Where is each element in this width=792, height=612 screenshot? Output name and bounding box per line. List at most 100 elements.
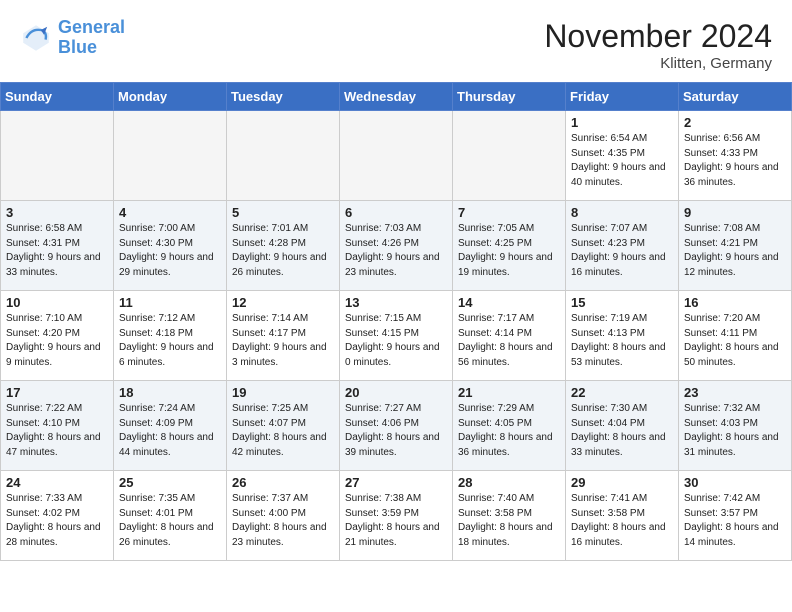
logo-icon <box>20 22 52 54</box>
day-info: Sunrise: 7:32 AM Sunset: 4:03 PM Dayligh… <box>684 402 786 460</box>
day-info: Sunrise: 7:22 AM Sunset: 4:10 PM Dayligh… <box>6 402 108 460</box>
calendar-cell: 26Sunrise: 7:37 AM Sunset: 4:00 PM Dayli… <box>227 471 340 561</box>
day-number: 12 <box>232 295 334 310</box>
day-number: 29 <box>571 475 673 490</box>
day-info: Sunrise: 7:41 AM Sunset: 3:58 PM Dayligh… <box>571 492 673 550</box>
week-row-5: 24Sunrise: 7:33 AM Sunset: 4:02 PM Dayli… <box>1 471 792 561</box>
calendar-cell <box>340 111 453 201</box>
calendar-cell: 19 Sunrise: 7:25 AM Sunset: 4:07 PM Dayli… <box>227 381 340 471</box>
day-info: Sunrise: 7:35 AM Sunset: 4:01 PM Dayligh… <box>119 492 221 550</box>
calendar-cell: 22 Sunrise: 7:30 AM Sunset: 4:04 PM Dayli… <box>566 381 679 471</box>
calendar-cell <box>453 111 566 201</box>
calendar-cell <box>1 111 114 201</box>
day-number: 7 <box>458 205 560 220</box>
day-number: 3 <box>6 205 108 220</box>
day-number: 19 <box>232 385 334 400</box>
day-info: Sunrise: 7:24 AM Sunset: 4:09 PM Dayligh… <box>119 402 221 460</box>
calendar-cell: 27 Sunrise: 7:38 AM Sunset: 3:59 PM Dayli… <box>340 471 453 561</box>
calendar-cell: 6 Sunrise: 7:03 AM Sunset: 4:26 PM Daylig… <box>340 201 453 291</box>
day-number: 6 <box>345 205 447 220</box>
calendar-cell: 28Sunrise: 7:40 AM Sunset: 3:58 PM Dayli… <box>453 471 566 561</box>
week-row-4: 17 Sunrise: 7:22 AM Sunset: 4:10 PM Dayli… <box>1 381 792 471</box>
day-info: Sunrise: 7:07 AM Sunset: 4:23 PM Dayligh… <box>571 222 673 280</box>
weekday-header-thursday: Thursday <box>453 83 566 111</box>
day-number: 25 <box>119 475 221 490</box>
day-info: Sunrise: 7:14 AM Sunset: 4:17 PM Dayligh… <box>232 312 334 370</box>
day-number: 10 <box>6 295 108 310</box>
day-number: 22 <box>571 385 673 400</box>
calendar-cell: 7 Sunrise: 7:05 AM Sunset: 4:25 PM Daylig… <box>453 201 566 291</box>
day-info: Sunrise: 7:00 AM Sunset: 4:30 PM Dayligh… <box>119 222 221 280</box>
day-number: 8 <box>571 205 673 220</box>
page-header: General Blue November 2024 Klitten, Germ… <box>0 0 792 82</box>
calendar-cell: 10 Sunrise: 7:10 AM Sunset: 4:20 PM Dayli… <box>1 291 114 381</box>
weekday-header-monday: Monday <box>114 83 227 111</box>
day-number: 18 <box>119 385 221 400</box>
calendar-cell: 23 Sunrise: 7:32 AM Sunset: 4:03 PM Dayli… <box>679 381 792 471</box>
logo-line2: Blue <box>58 37 97 57</box>
day-info: Sunrise: 6:54 AM Sunset: 4:35 PM Dayligh… <box>571 132 673 190</box>
calendar-cell: 18 Sunrise: 7:24 AM Sunset: 4:09 PM Dayli… <box>114 381 227 471</box>
calendar-cell: 1 Sunrise: 6:54 AM Sunset: 4:35 PM Daylig… <box>566 111 679 201</box>
day-info: Sunrise: 7:38 AM Sunset: 3:59 PM Dayligh… <box>345 492 447 550</box>
weekday-header-wednesday: Wednesday <box>340 83 453 111</box>
day-number: 14 <box>458 295 560 310</box>
calendar-cell: 5Sunrise: 7:01 AM Sunset: 4:28 PM Daylig… <box>227 201 340 291</box>
day-info: Sunrise: 7:10 AM Sunset: 4:20 PM Dayligh… <box>6 312 108 370</box>
calendar-cell: 8 Sunrise: 7:07 AM Sunset: 4:23 PM Daylig… <box>566 201 679 291</box>
location: Klitten, Germany <box>544 55 772 72</box>
calendar-cell <box>227 111 340 201</box>
day-number: 26 <box>232 475 334 490</box>
calendar-cell: 15Sunrise: 7:19 AM Sunset: 4:13 PM Dayli… <box>566 291 679 381</box>
logo-line1: General <box>58 17 125 37</box>
day-info: Sunrise: 7:08 AM Sunset: 4:21 PM Dayligh… <box>684 222 786 280</box>
weekday-header-row: SundayMondayTuesdayWednesdayThursdayFrid… <box>1 83 792 111</box>
day-number: 4 <box>119 205 221 220</box>
logo: General Blue <box>20 18 125 58</box>
day-info: Sunrise: 6:58 AM Sunset: 4:31 PM Dayligh… <box>6 222 108 280</box>
month-title: November 2024 <box>544 18 772 55</box>
calendar-cell: 21 Sunrise: 7:29 AM Sunset: 4:05 PM Dayli… <box>453 381 566 471</box>
calendar-cell <box>114 111 227 201</box>
logo-text: General Blue <box>58 18 125 58</box>
calendar-cell: 29 Sunrise: 7:41 AM Sunset: 3:58 PM Dayli… <box>566 471 679 561</box>
day-info: Sunrise: 7:27 AM Sunset: 4:06 PM Dayligh… <box>345 402 447 460</box>
calendar-cell: 4 Sunrise: 7:00 AM Sunset: 4:30 PM Daylig… <box>114 201 227 291</box>
week-row-1: 1 Sunrise: 6:54 AM Sunset: 4:35 PM Daylig… <box>1 111 792 201</box>
day-number: 27 <box>345 475 447 490</box>
day-info: Sunrise: 7:42 AM Sunset: 3:57 PM Dayligh… <box>684 492 786 550</box>
calendar-cell: 25 Sunrise: 7:35 AM Sunset: 4:01 PM Dayli… <box>114 471 227 561</box>
day-number: 21 <box>458 385 560 400</box>
calendar-cell: 14Sunrise: 7:17 AM Sunset: 4:14 PM Dayli… <box>453 291 566 381</box>
day-info: Sunrise: 7:30 AM Sunset: 4:04 PM Dayligh… <box>571 402 673 460</box>
calendar-cell: 9 Sunrise: 7:08 AM Sunset: 4:21 PM Daylig… <box>679 201 792 291</box>
week-row-3: 10 Sunrise: 7:10 AM Sunset: 4:20 PM Dayli… <box>1 291 792 381</box>
day-info: Sunrise: 7:40 AM Sunset: 3:58 PM Dayligh… <box>458 492 560 550</box>
day-info: Sunrise: 7:25 AM Sunset: 4:07 PM Dayligh… <box>232 402 334 460</box>
day-info: Sunrise: 7:29 AM Sunset: 4:05 PM Dayligh… <box>458 402 560 460</box>
weekday-header-friday: Friday <box>566 83 679 111</box>
calendar-cell: 2 Sunrise: 6:56 AM Sunset: 4:33 PM Daylig… <box>679 111 792 201</box>
day-info: Sunrise: 7:33 AM Sunset: 4:02 PM Dayligh… <box>6 492 108 550</box>
day-info: Sunrise: 7:03 AM Sunset: 4:26 PM Dayligh… <box>345 222 447 280</box>
title-block: November 2024 Klitten, Germany <box>544 18 772 72</box>
day-number: 17 <box>6 385 108 400</box>
day-number: 2 <box>684 115 786 130</box>
day-info: Sunrise: 7:12 AM Sunset: 4:18 PM Dayligh… <box>119 312 221 370</box>
weekday-header-sunday: Sunday <box>1 83 114 111</box>
calendar-table: SundayMondayTuesdayWednesdayThursdayFrid… <box>0 82 792 561</box>
calendar-cell: 3 Sunrise: 6:58 AM Sunset: 4:31 PM Daylig… <box>1 201 114 291</box>
day-number: 9 <box>684 205 786 220</box>
week-row-2: 3 Sunrise: 6:58 AM Sunset: 4:31 PM Daylig… <box>1 201 792 291</box>
day-number: 1 <box>571 115 673 130</box>
calendar-cell: 11 Sunrise: 7:12 AM Sunset: 4:18 PM Dayli… <box>114 291 227 381</box>
day-number: 16 <box>684 295 786 310</box>
day-info: Sunrise: 6:56 AM Sunset: 4:33 PM Dayligh… <box>684 132 786 190</box>
weekday-header-tuesday: Tuesday <box>227 83 340 111</box>
day-number: 23 <box>684 385 786 400</box>
day-number: 11 <box>119 295 221 310</box>
calendar-cell: 13Sunrise: 7:15 AM Sunset: 4:15 PM Dayli… <box>340 291 453 381</box>
day-number: 13 <box>345 295 447 310</box>
day-info: Sunrise: 7:05 AM Sunset: 4:25 PM Dayligh… <box>458 222 560 280</box>
calendar-cell: 17 Sunrise: 7:22 AM Sunset: 4:10 PM Dayli… <box>1 381 114 471</box>
